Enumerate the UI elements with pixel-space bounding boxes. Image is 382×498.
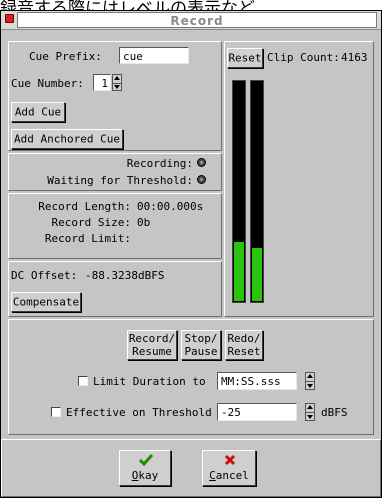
cue-number-input[interactable]: 1 <box>93 74 111 91</box>
recording-indicator-icon <box>197 158 206 167</box>
stepper-down-icon[interactable] <box>307 384 313 388</box>
limit-duration-label: Limit Duration to <box>93 375 206 388</box>
waiting-threshold-label: Waiting for Threshold: <box>47 174 193 187</box>
left-level-fill <box>234 242 244 301</box>
record-resume-button[interactable]: Record/ Resume <box>127 330 177 360</box>
cue-number-value: 1 <box>101 77 108 90</box>
x-icon <box>224 454 236 466</box>
cue-prefix-input[interactable]: cue <box>119 47 189 64</box>
clip-count-value: 4163 <box>341 51 368 64</box>
limit-duration-checkbox[interactable] <box>78 376 88 386</box>
footer-panel: Okay Cancel <box>1 439 381 497</box>
record-limit-label: Record Limit: <box>44 232 131 245</box>
cue-number-label: Cue Number: <box>11 77 84 90</box>
stepper-down-icon[interactable] <box>307 415 313 419</box>
okay-button[interactable]: Okay <box>119 450 171 486</box>
recording-label: Recording: <box>126 157 193 170</box>
stepper-up-icon[interactable] <box>307 405 313 409</box>
add-anchored-cue-button[interactable]: Add Anchored Cue <box>11 129 123 149</box>
dc-offset-value: -88.3238dBFS <box>85 269 165 282</box>
window-title: Record <box>170 14 224 28</box>
cancel-label: Cancel <box>209 469 249 482</box>
limit-duration-stepper[interactable] <box>305 372 315 390</box>
title-field: Record <box>17 12 377 28</box>
record-length-label: Record Length: <box>38 200 131 213</box>
dc-offset-label: DC Offset: <box>11 269 78 282</box>
dc-offset-panel: DC Offset: -88.3238dBFS Compensate <box>8 261 222 317</box>
left-level-meter <box>232 80 246 303</box>
meter-panel: Reset Clip Count: 4163 <box>224 41 374 317</box>
status-panel: Recording: Waiting for Threshold: <box>8 153 222 191</box>
threshold-unit: dBFS <box>321 406 348 419</box>
record-size-value: 0b <box>137 216 151 229</box>
threshold-stepper[interactable] <box>305 403 315 421</box>
add-cue-button[interactable]: Add Cue <box>11 102 65 122</box>
redo-reset-button[interactable]: Redo/ Reset <box>225 330 263 360</box>
compensate-button[interactable]: Compensate <box>11 292 81 312</box>
threshold-checkbox[interactable] <box>51 407 61 417</box>
right-level-fill <box>252 248 262 301</box>
waiting-indicator-icon <box>197 175 206 184</box>
clip-count-label: Clip Count: <box>267 51 340 64</box>
record-length-value: 00:00.000s <box>137 200 204 213</box>
cue-number-stepper[interactable] <box>112 74 122 91</box>
stepper-up-icon[interactable] <box>307 374 313 378</box>
title-bar[interactable]: Record <box>1 11 381 30</box>
threshold-label: Effective on Threshold <box>66 406 212 419</box>
record-info-panel: Record Length: 00:00.000s Record Size: 0… <box>8 193 222 259</box>
checkmark-icon <box>139 454 153 466</box>
cue-panel: Cue Prefix: cue Cue Number: 1 Add Cue Ad… <box>8 41 222 151</box>
meter-reset-button[interactable]: Reset <box>227 48 263 68</box>
limit-duration-input[interactable]: MM:SS.sss <box>217 372 297 390</box>
threshold-input[interactable]: -25 <box>217 403 297 421</box>
record-dialog: Record Cue Prefix: cue Cue Number: 1 Add… <box>0 10 382 498</box>
cancel-button[interactable]: Cancel <box>202 450 256 486</box>
cue-prefix-label: Cue Prefix: <box>29 50 102 63</box>
stepper-down-icon[interactable] <box>114 85 120 89</box>
okay-label: Okay <box>131 469 159 482</box>
stepper-up-icon[interactable] <box>114 76 120 80</box>
stop-pause-button[interactable]: Stop/ Pause <box>181 330 221 360</box>
record-size-label: Record Size: <box>51 216 131 229</box>
transport-panel: Record/ Resume Stop/ Pause Redo/ Reset L… <box>8 319 374 435</box>
right-level-meter <box>250 80 264 303</box>
close-icon[interactable] <box>5 14 14 23</box>
